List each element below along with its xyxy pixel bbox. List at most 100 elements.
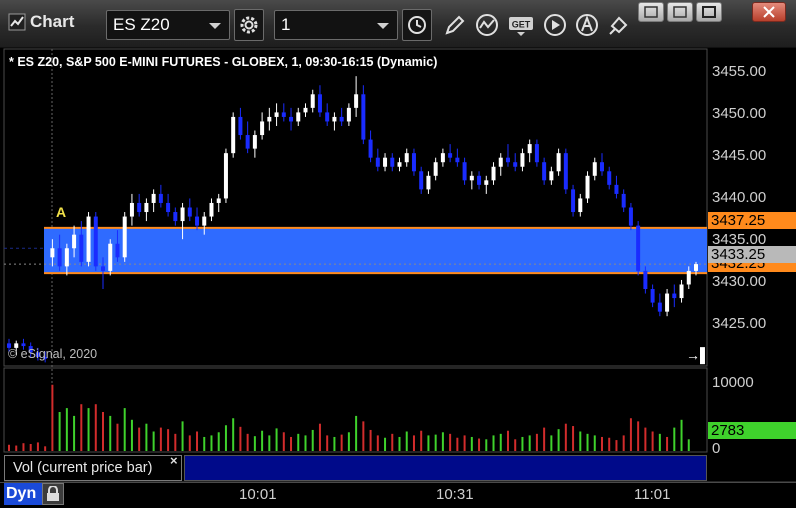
time-label: 10:01 [239,486,277,503]
time-axis[interactable] [0,482,796,508]
candle-body [679,284,684,299]
candle-body [108,243,113,271]
candle-body [281,112,286,117]
price-label: 3425.00 [712,315,767,332]
study-panel-bar [184,455,707,481]
copyright-text: © eSignal, 2020 [8,347,98,361]
price-label: 3455.00 [712,63,767,80]
candle-body [469,175,474,181]
candle-body [231,116,236,154]
last-price-tag: 3433.25 [708,246,796,263]
study-label[interactable]: Vol (current price bar) [4,455,182,481]
candle-body [64,248,69,267]
candle-body [505,157,510,163]
candle-body [151,193,156,203]
candle-body [129,202,134,217]
candle-body [79,234,84,262]
candle-body [57,248,62,267]
candle-body [419,171,424,190]
lock-button[interactable] [42,483,64,505]
candle-body [93,216,98,267]
candle-body [86,216,91,262]
candle-body [325,112,330,122]
candle-body [636,225,641,271]
candle-body [426,175,431,190]
candle-body [195,216,200,226]
candle-body [390,157,395,167]
time-label: 11:01 [634,486,671,503]
candle-body [289,116,294,122]
price-label: 3445.00 [712,147,767,164]
candle-body [21,343,26,347]
candle-body [383,157,388,167]
candle-body [433,162,438,176]
candle-body [375,157,380,167]
candle-body [549,171,554,181]
candle-body [491,166,496,181]
candle-body [137,202,142,213]
candle-body [173,212,178,222]
candle-body [245,135,250,149]
volume-label: 10000 [712,374,754,391]
candle-body [614,184,619,194]
candle-body [260,121,265,136]
candle-body [498,157,503,167]
candle-body [166,202,171,213]
candle-body [534,144,539,163]
candle-body [50,248,55,258]
candle-body [303,107,308,113]
candle-body [397,162,402,167]
candle-body [216,198,221,203]
candle-body [238,116,243,136]
dynamic-mode-button[interactable]: Dyn [4,483,44,505]
candle-body [520,153,525,167]
price-label: 3430.00 [712,273,767,290]
alert-marker[interactable]: A [56,204,66,220]
candle-body [571,189,576,213]
candle-body [592,162,597,176]
candle-body [694,264,698,271]
candle-body [542,162,547,181]
candle-body [144,202,149,213]
candle-body [657,302,662,312]
candle-body [332,116,337,122]
candle-body [158,193,163,203]
candle-body [310,94,315,108]
volume-label: 0 [712,440,721,457]
candle-body [621,193,626,208]
candle-body [686,270,691,285]
candle-body [672,293,677,299]
candle-body [252,135,257,149]
study-close-icon[interactable]: × [170,453,178,468]
candle-body [563,153,568,190]
candle-body [72,234,77,249]
candle-body [115,243,120,258]
candle-body [361,94,366,140]
candle-body [296,112,301,122]
candle-body [122,216,127,258]
candle-body [484,180,489,185]
candle-body [585,175,590,199]
candle-body [180,207,185,222]
candle-body [274,112,279,117]
candle-body [339,116,344,122]
zone-upper-tag: 3437.25 [708,212,796,229]
price-chart[interactable] [0,0,796,508]
candle-body [368,139,373,158]
candle-body [527,144,532,154]
candle-body [628,207,633,226]
candle-body [599,162,604,172]
candle-body [317,94,322,113]
candle-body [354,94,359,108]
lock-icon [47,486,59,501]
candle-body [411,153,416,172]
candle-body [556,153,561,172]
candle-body [665,293,670,312]
candle-body [477,175,482,185]
price-label: 3440.00 [712,189,767,206]
scroll-to-end-icon[interactable]: →▌ [686,347,710,363]
candle-body [513,162,518,167]
candle-body [650,289,655,303]
price-zone [44,227,707,274]
candle-body [267,116,272,122]
